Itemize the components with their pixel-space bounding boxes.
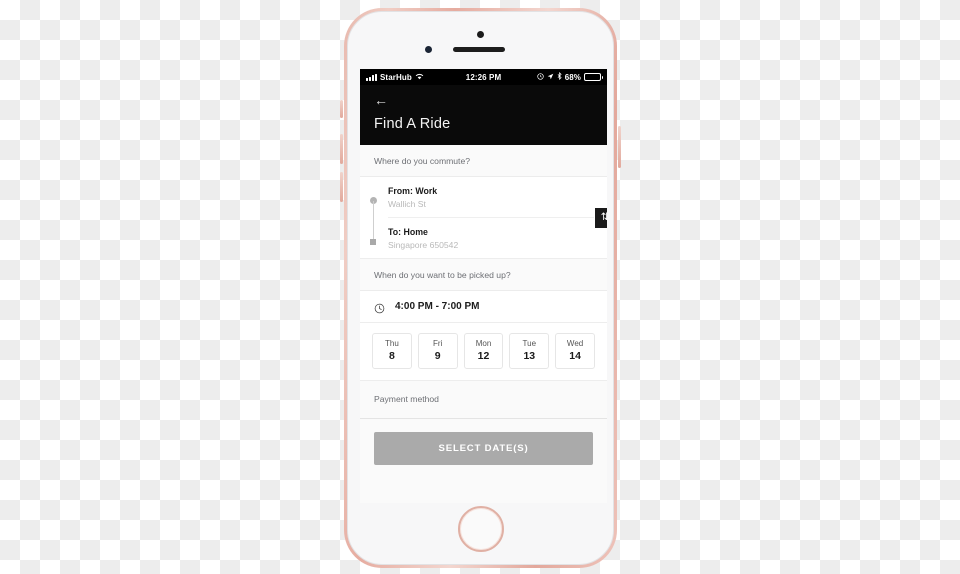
- alarm-icon: [537, 72, 544, 82]
- date-chip-dow: Tue: [522, 339, 537, 348]
- to-subtitle: Singapore 650542: [388, 240, 459, 250]
- status-bar: StarHub 12:26 PM 68%: [360, 69, 607, 85]
- phone-device: StarHub 12:26 PM 68% ← Find A Ride Where…: [340, 8, 621, 568]
- clock-icon: [374, 301, 385, 314]
- swap-locations-button[interactable]: ⇅: [594, 206, 607, 229]
- pickup-section-label: When do you want to be picked up?: [360, 259, 607, 291]
- to-field[interactable]: To: Home Singapore 650542: [388, 217, 607, 258]
- front-camera-icon: [476, 31, 484, 38]
- carrier-label: StarHub: [380, 72, 412, 82]
- cta-container: SELECT DATE(S): [360, 419, 607, 478]
- select-dates-button[interactable]: SELECT DATE(S): [374, 432, 593, 465]
- from-field[interactable]: From: Work Wallich St: [388, 177, 607, 217]
- date-chip-day: 14: [569, 350, 581, 362]
- silent-switch[interactable]: [340, 100, 343, 118]
- route-rail: [360, 177, 388, 258]
- date-chip[interactable]: Thu 8: [372, 333, 412, 369]
- date-chip-day: 8: [388, 350, 395, 362]
- route-block: From: Work Wallich St To: Home Singapore…: [360, 177, 607, 259]
- date-chip[interactable]: Fri 9: [417, 333, 458, 369]
- date-chip-day: 13: [523, 350, 536, 362]
- date-chip-dow: Fri: [433, 339, 443, 348]
- date-chip-day: 12: [477, 350, 490, 362]
- home-button[interactable]: [457, 506, 504, 552]
- main-content: Where do you commute? From: Work Wallich…: [360, 145, 607, 503]
- route-line: [373, 201, 374, 243]
- location-arrow-icon: [547, 73, 554, 82]
- date-chip-dow: Thu: [385, 339, 399, 348]
- pickup-time-value: 4:00 PM - 7:00 PM: [395, 301, 480, 312]
- payment-method-row[interactable]: Payment method: [360, 381, 607, 419]
- phone-screen: StarHub 12:26 PM 68% ← Find A Ride Where…: [360, 69, 607, 503]
- to-title: To: Home: [388, 227, 428, 237]
- battery-icon: [584, 73, 604, 81]
- date-chip[interactable]: Mon 12: [463, 333, 504, 369]
- wifi-icon: [415, 73, 424, 82]
- date-chip-day: 9: [434, 350, 441, 362]
- date-chip[interactable]: Tue 13: [509, 333, 550, 369]
- commute-section-label: Where do you commute?: [360, 145, 607, 177]
- route-rows: From: Work Wallich St To: Home Singapore…: [388, 177, 607, 258]
- battery-percent-label: 68%: [564, 72, 582, 82]
- earpiece-speaker-icon: [452, 47, 505, 52]
- volume-down-button[interactable]: [340, 172, 343, 202]
- status-bar-left: StarHub: [366, 73, 466, 82]
- destination-dot-icon: [370, 239, 376, 245]
- back-button[interactable]: ←: [374, 93, 390, 107]
- pickup-time-row[interactable]: 4:00 PM - 7:00 PM: [360, 291, 607, 323]
- status-bar-right: 68%: [501, 71, 604, 82]
- status-bar-clock: 12:26 PM: [465, 72, 502, 82]
- date-selector: Thu 8 Fri 9 Mon 12 Tue 13 Wed 14: [360, 323, 607, 381]
- from-title: From: Work: [388, 186, 438, 196]
- from-subtitle: Wallich St: [388, 199, 426, 209]
- phone-body: StarHub 12:26 PM 68% ← Find A Ride Where…: [347, 11, 614, 565]
- volume-up-button[interactable]: [340, 134, 343, 164]
- date-chip[interactable]: Wed 14: [555, 333, 595, 369]
- signal-bars-icon: [366, 73, 377, 81]
- power-button[interactable]: [618, 126, 621, 168]
- app-header: ← Find A Ride: [360, 85, 607, 145]
- page-title: Find A Ride: [374, 116, 451, 132]
- date-chip-dow: Mon: [475, 339, 492, 348]
- proximity-sensor-icon: [424, 46, 432, 53]
- bluetooth-icon: [557, 71, 562, 82]
- date-chip-dow: Wed: [566, 339, 584, 348]
